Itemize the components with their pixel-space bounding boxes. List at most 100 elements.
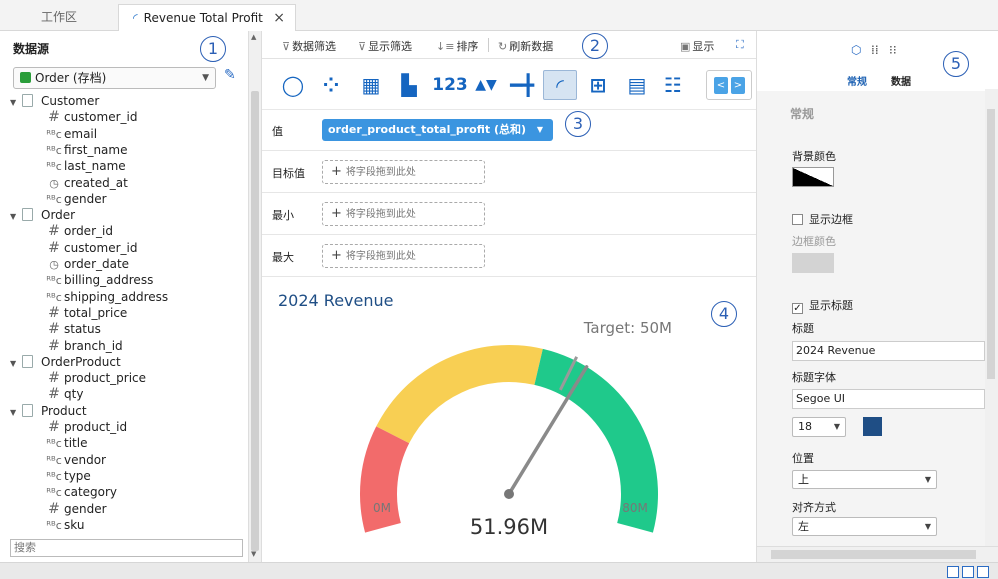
treemap-chart-icon[interactable]: ▙ bbox=[392, 70, 426, 100]
tree-field-node[interactable]: ◷ order_date bbox=[46, 256, 129, 272]
expand-chevron-icon[interactable]: ▼ bbox=[10, 209, 22, 225]
tree-table-node[interactable]: ▼ Order bbox=[10, 207, 75, 223]
field-search-input[interactable]: 搜索 bbox=[10, 539, 243, 557]
show-title-checkbox[interactable]: ✓ 显示标题 bbox=[792, 297, 853, 314]
max-drop-zone[interactable]: + 将字段拖到此处 bbox=[322, 244, 485, 268]
numeric-field-icon: # bbox=[48, 419, 60, 435]
sort-button[interactable]: ↓≡ 排序 bbox=[436, 38, 478, 54]
cube-icon[interactable]: ⬡ bbox=[851, 43, 861, 57]
font-size-select[interactable]: 18 ▼ bbox=[792, 417, 846, 437]
next-chevron-icon[interactable]: > bbox=[731, 77, 745, 94]
tree-node-label: product_id bbox=[64, 420, 128, 434]
properties-body: 常规 背景颜色 显示边框 边框颜色 ✓ 显示标题 标题 2024 Revenue … bbox=[757, 91, 985, 546]
donut-chart-icon[interactable]: ◯ bbox=[276, 70, 310, 100]
tree-table-node[interactable]: ▼ OrderProduct bbox=[10, 354, 121, 370]
heatmap-chart-icon[interactable]: ▦ bbox=[354, 70, 388, 100]
refresh-button[interactable]: ↻ 刷新数据 bbox=[498, 38, 553, 54]
data-filter-button[interactable]: ⊽ 数据筛选 bbox=[282, 38, 336, 54]
close-tab-icon[interactable]: × bbox=[273, 5, 285, 32]
tree-field-node[interactable]: ᴿᴮc sku bbox=[46, 517, 84, 533]
kpi-arrows-icon[interactable]: ▲▼ bbox=[469, 70, 503, 100]
tree-field-node[interactable]: # customer_id bbox=[46, 109, 137, 125]
value-field-pill[interactable]: order_product_total_profit (总和) ▼ bbox=[322, 119, 553, 141]
tree-field-node[interactable]: # total_price bbox=[46, 305, 127, 321]
tree-field-node[interactable]: ᴿᴮc billing_address bbox=[46, 272, 153, 288]
tree-field-node[interactable]: # status bbox=[46, 321, 101, 337]
tree-field-node[interactable]: # gender bbox=[46, 501, 106, 517]
scatter-chart-icon[interactable]: ⁘ bbox=[314, 70, 348, 100]
border-color-swatch[interactable] bbox=[792, 253, 834, 273]
layout-split-icon[interactable] bbox=[962, 566, 974, 578]
align-select[interactable]: 左 ▼ bbox=[792, 517, 937, 536]
tree-field-node[interactable]: # product_id bbox=[46, 419, 127, 435]
display-filter-button[interactable]: ⊽ 显示筛选 bbox=[358, 38, 412, 54]
properties-hscrollbar[interactable] bbox=[757, 546, 998, 562]
tree-field-node[interactable]: ᴿᴮc vendor bbox=[46, 452, 106, 468]
prev-chevron-icon[interactable]: < bbox=[714, 77, 728, 94]
filter-list-icon[interactable]: ☷ bbox=[656, 70, 690, 100]
chevron-down-icon: ▼ bbox=[924, 522, 931, 531]
edit-pencil-icon[interactable]: ✎ bbox=[224, 67, 236, 83]
data-filter-label: 数据筛选 bbox=[292, 40, 337, 53]
tree-field-node[interactable]: ᴿᴮc shipping_address bbox=[46, 289, 168, 305]
position-value: 上 bbox=[798, 473, 809, 486]
target-label: 目标值 bbox=[272, 167, 305, 180]
pivot-table-icon[interactable]: ▤ bbox=[620, 70, 654, 100]
tree-table-node[interactable]: ▼ Product bbox=[10, 403, 87, 419]
gauge-chart-icon[interactable]: ◜ bbox=[543, 70, 577, 100]
properties-scrollbar[interactable] bbox=[985, 89, 998, 547]
scrollbar-thumb[interactable] bbox=[987, 109, 995, 379]
expand-chevron-icon[interactable]: ▼ bbox=[10, 356, 22, 372]
title-color-swatch[interactable] bbox=[863, 417, 882, 436]
checkbox-checked-icon: ✓ bbox=[792, 303, 803, 314]
tab-general[interactable]: 常规 bbox=[847, 73, 867, 88]
scrollbar-thumb[interactable] bbox=[771, 550, 976, 559]
settings-icon[interactable]: ⁝⁝ bbox=[889, 43, 897, 57]
layout-single-icon[interactable] bbox=[947, 566, 959, 578]
marker-2: 2 bbox=[582, 33, 608, 59]
target-drop-zone[interactable]: + 将字段拖到此处 bbox=[322, 160, 485, 184]
tree-node-label: status bbox=[64, 322, 101, 337]
string-field-icon: ᴿᴮc bbox=[46, 290, 62, 304]
tree-field-node[interactable]: # branch_id bbox=[46, 338, 123, 354]
datasource-select[interactable]: Order (存档) ▼ bbox=[13, 67, 216, 89]
tree-field-node[interactable]: ᴿᴮc last_name bbox=[46, 158, 126, 174]
scroll-down-icon[interactable]: ▼ bbox=[251, 550, 256, 558]
tree-field-node[interactable]: ᴿᴮc gender bbox=[46, 191, 106, 207]
fullscreen-icon[interactable]: ⛶ bbox=[736, 38, 744, 52]
tab-workspace[interactable]: 工作区 bbox=[0, 4, 118, 31]
title-input[interactable]: 2024 Revenue bbox=[792, 341, 985, 361]
tree-field-node[interactable]: ᴿᴮc type bbox=[46, 468, 91, 484]
layout-icon[interactable]: ⁞⁞ bbox=[871, 43, 879, 57]
show-border-checkbox[interactable]: 显示边框 bbox=[792, 211, 853, 227]
min-drop-zone[interactable]: + 将字段拖到此处 bbox=[322, 202, 485, 226]
show-button[interactable]: ▣ 显示 bbox=[680, 38, 714, 54]
scrollbar-thumb[interactable] bbox=[251, 91, 259, 551]
tree-field-node[interactable]: ᴿᴮc category bbox=[46, 484, 117, 500]
tree-field-node[interactable]: # customer_id bbox=[46, 240, 137, 256]
tree-field-node[interactable]: # qty bbox=[46, 386, 83, 402]
tree-node-label: customer_id bbox=[64, 240, 138, 255]
expand-chevron-icon[interactable]: ▼ bbox=[10, 405, 22, 421]
bg-color-swatch[interactable] bbox=[792, 167, 834, 187]
position-select[interactable]: 上 ▼ bbox=[792, 470, 937, 489]
tree-field-node[interactable]: ᴿᴮc title bbox=[46, 435, 87, 451]
tree-field-node[interactable]: # order_id bbox=[46, 223, 113, 239]
title-font-label: 标题字体 bbox=[792, 371, 836, 384]
tab-revenue-total-profit[interactable]: ◜ Revenue Total Profit × bbox=[118, 4, 296, 31]
chevron-down-icon[interactable]: ▼ bbox=[537, 119, 543, 141]
tab-data[interactable]: 数据 bbox=[891, 73, 911, 88]
table-icon[interactable]: ⊞ bbox=[581, 70, 615, 100]
tree-field-node[interactable]: ◷ created_at bbox=[46, 175, 128, 191]
tree-field-node[interactable]: ᴿᴮc first_name bbox=[46, 142, 127, 158]
kpi-number-icon[interactable]: 123 bbox=[430, 70, 470, 100]
tree-table-node[interactable]: ▼ Customer bbox=[10, 93, 99, 109]
expand-chevron-icon[interactable]: ▼ bbox=[10, 95, 22, 111]
font-input[interactable]: Segoe UI bbox=[792, 389, 985, 409]
tree-scrollbar[interactable]: ▲ ▼ bbox=[248, 31, 261, 562]
scroll-up-icon[interactable]: ▲ bbox=[251, 33, 256, 41]
tree-field-node[interactable]: ᴿᴮc email bbox=[46, 126, 97, 142]
bullet-chart-icon[interactable]: ━╋ bbox=[505, 70, 539, 100]
layout-triple-icon[interactable] bbox=[977, 566, 989, 578]
tree-field-node[interactable]: # product_price bbox=[46, 370, 146, 386]
